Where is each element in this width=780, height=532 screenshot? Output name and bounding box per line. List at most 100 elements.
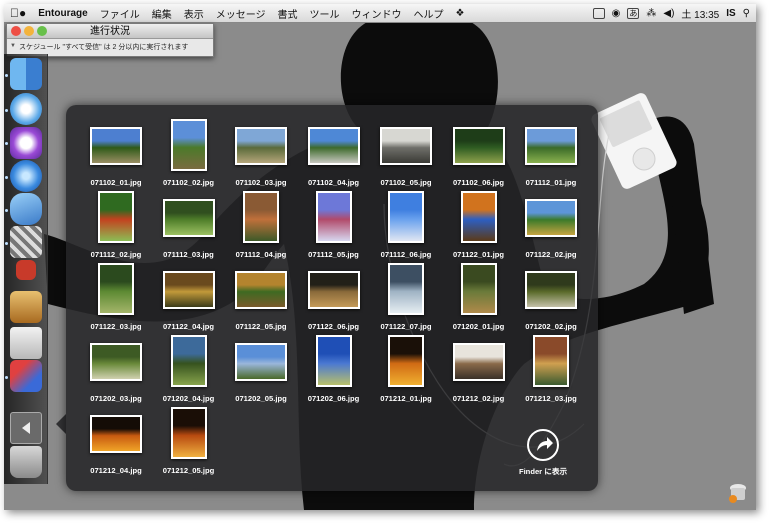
volume-icon[interactable]: ◀)	[663, 8, 674, 19]
menu-tools[interactable]: ツール	[304, 6, 346, 21]
progress-window-titlebar[interactable]: 進行状況	[7, 24, 213, 39]
show-in-finder-button[interactable]: Finder に表示	[507, 415, 579, 477]
stack-file-item[interactable]: 071122_04.jpg	[153, 261, 225, 331]
file-name-label: 071122_06.jpg	[307, 322, 360, 331]
stack-file-item[interactable]: 071112_03.jpg	[153, 189, 225, 259]
photo-thumbnail	[452, 343, 505, 381]
menu-bar: ● Entourage ファイル 編集 表示 メッセージ 書式 ツール ウィン…	[4, 4, 756, 23]
menu-help[interactable]: ヘルプ	[408, 6, 450, 21]
sync-status-icon[interactable]	[728, 482, 748, 504]
stack-file-item[interactable]: 071102_01.jpg	[80, 117, 152, 187]
photo-thumbnail	[90, 415, 142, 453]
photo-thumbnail	[235, 127, 287, 165]
file-name-label: 071112_02.jpg	[90, 250, 142, 259]
bluetooth-icon[interactable]: ⁂	[646, 8, 656, 19]
zoom-button[interactable]	[37, 26, 47, 36]
minimize-button[interactable]	[24, 26, 34, 36]
menu-format[interactable]: 書式	[272, 6, 304, 21]
show-in-finder-label: Finder に表示	[518, 467, 568, 476]
stack-file-item[interactable]: 071122_01.jpg	[443, 189, 515, 259]
stack-file-item[interactable]: 071112_06.jpg	[370, 189, 442, 259]
stack-file-item[interactable]: 071102_06.jpg	[443, 117, 515, 187]
back-arrow-icon[interactable]	[10, 412, 42, 444]
photo-thumbnail	[170, 407, 207, 459]
menu-view[interactable]: 表示	[178, 6, 210, 21]
stack-file-item[interactable]: 071212_05.jpg	[153, 405, 225, 475]
file-name-label: 071202_01.jpg	[452, 322, 505, 331]
finder-icon[interactable]	[10, 58, 42, 90]
stack-file-item[interactable]: 071202_06.jpg	[298, 333, 370, 403]
file-name-label: 071202_04.jpg	[162, 394, 215, 403]
photo-thumbnail	[170, 335, 207, 387]
safari-icon[interactable]	[10, 93, 42, 125]
preview-icon[interactable]	[10, 291, 42, 323]
file-name-label: 071112_03.jpg	[163, 250, 214, 259]
menu-window[interactable]: ウィンドウ	[346, 6, 408, 21]
stack-file-item[interactable]: 071122_06.jpg	[298, 261, 370, 331]
photo-thumbnail	[170, 119, 207, 171]
file-name-label: 071112_01.jpg	[525, 178, 577, 187]
close-button[interactable]	[11, 26, 21, 36]
trash-icon[interactable]	[10, 446, 42, 478]
stack-file-item[interactable]: 071112_04.jpg	[225, 189, 297, 259]
iphoto-icon[interactable]	[10, 226, 42, 258]
file-name-label: 071122_01.jpg	[452, 250, 505, 259]
spotlight-icon[interactable]: ⚲	[743, 8, 750, 19]
clock[interactable]: 土 13:35	[681, 6, 719, 21]
stack-file-item[interactable]: 071122_07.jpg	[370, 261, 442, 331]
stack-file-item[interactable]: 071202_01.jpg	[443, 261, 515, 331]
dashboard-icon[interactable]	[10, 193, 42, 225]
stack-file-item[interactable]: 071202_04.jpg	[153, 333, 225, 403]
stack-file-item[interactable]: 071102_03.jpg	[225, 117, 297, 187]
ipod-sync-icon[interactable]	[10, 327, 42, 359]
progress-message-row: ▼ スケジュール "すべて受信" は 2 分以内に実行されます	[7, 39, 213, 52]
photo-thumbnail	[243, 191, 279, 243]
file-name-label: 071202_06.jpg	[307, 394, 360, 403]
stack-file-item[interactable]: 071102_02.jpg	[153, 117, 225, 187]
stack-file-item[interactable]: 071112_05.jpg	[298, 189, 370, 259]
photo-thumbnail	[388, 263, 424, 315]
wifi-icon[interactable]: ◉	[612, 8, 621, 19]
stack-file-item[interactable]: 071202_02.jpg	[515, 261, 587, 331]
stack-file-item[interactable]: 071122_03.jpg	[80, 261, 152, 331]
file-name-label: 071102_01.jpg	[90, 178, 142, 187]
stack-file-item[interactable]: 071112_02.jpg	[80, 189, 152, 259]
itunes-icon[interactable]	[10, 160, 42, 192]
photo-thumbnail	[460, 191, 497, 243]
menu-edit[interactable]: 編集	[146, 6, 178, 21]
desktop: ● Entourage ファイル 編集 表示 メッセージ 書式 ツール ウィン…	[4, 4, 756, 510]
disclosure-triangle-icon[interactable]: ▼	[10, 43, 16, 49]
stack-file-item[interactable]: 071112_01.jpg	[515, 117, 587, 187]
input-method-icon[interactable]: あ	[627, 8, 640, 19]
photo-thumbnail	[388, 191, 424, 243]
progress-window: 進行状況 ▼ スケジュール "すべて受信" は 2 分以内に実行されます	[6, 23, 214, 57]
stack-file-item[interactable]: 071102_04.jpg	[298, 117, 370, 187]
show-in-finder-icon	[527, 429, 559, 461]
script-icon[interactable]: ❖	[450, 8, 471, 19]
stack-file-item[interactable]: 071122_05.jpg	[225, 261, 297, 331]
photo-booth-icon[interactable]	[16, 260, 36, 280]
menu-message[interactable]: メッセージ	[210, 6, 272, 21]
stack-file-item[interactable]: 071102_05.jpg	[370, 117, 442, 187]
file-name-label: 071112_04.jpg	[235, 250, 287, 259]
stack-file-item[interactable]: 071212_03.jpg	[515, 333, 587, 403]
menu-file[interactable]: ファイル	[94, 6, 146, 21]
stack-file-item[interactable]: 071212_04.jpg	[80, 405, 152, 475]
file-name-label: 071122_04.jpg	[162, 322, 215, 331]
photo-thumbnail	[525, 199, 577, 237]
stack-file-item[interactable]: 071202_05.jpg	[225, 333, 297, 403]
display-icon[interactable]	[592, 8, 605, 19]
menu-app-name[interactable]: Entourage	[32, 8, 93, 19]
file-name-label: 071212_04.jpg	[90, 466, 142, 475]
apple-icon[interactable]: ●	[4, 6, 32, 20]
photo-thumbnail	[525, 127, 577, 165]
photo-thumbnail	[307, 271, 360, 309]
file-name-label: 071102_05.jpg	[380, 178, 432, 187]
mail-icon[interactable]	[10, 360, 42, 392]
stack-file-item[interactable]: 071212_02.jpg	[443, 333, 515, 403]
stack-file-item[interactable]: 071122_02.jpg	[515, 189, 587, 259]
entourage-icon[interactable]	[10, 127, 42, 159]
user-name[interactable]: IS	[726, 8, 735, 19]
stack-file-item[interactable]: 071202_03.jpg	[80, 333, 152, 403]
stack-file-item[interactable]: 071212_01.jpg	[370, 333, 442, 403]
